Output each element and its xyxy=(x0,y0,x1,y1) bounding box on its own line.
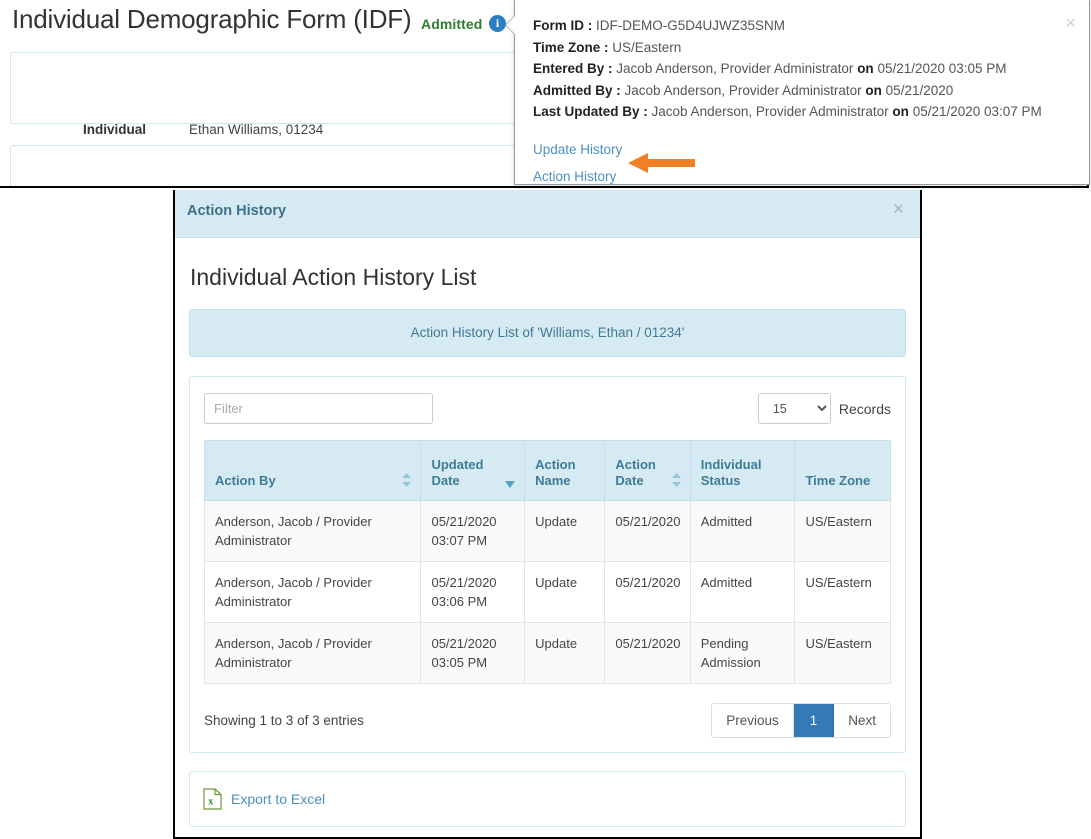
popover-row-on: on xyxy=(865,82,882,98)
modal-body: Individual Action History List Action Hi… xyxy=(175,238,920,827)
records-label: Records xyxy=(838,400,891,417)
cell-action-date: 05/21/2020 xyxy=(604,500,691,562)
cell-updated-date: 05/21/2020 03:07 PM xyxy=(420,500,526,562)
column-label: Individual Status xyxy=(700,457,762,488)
table-row: Anderson, Jacob / Provider Administrator… xyxy=(203,622,891,684)
pagination-next[interactable]: Next xyxy=(834,704,890,737)
action-history-table: Action By Updated Date Action Name Actio… xyxy=(203,440,891,684)
cell-action-name: Update xyxy=(524,500,606,562)
column-label: Time Zone xyxy=(805,473,871,488)
cell-individual-status: Admitted xyxy=(689,500,796,562)
popover-row-value: Jacob Anderson, Provider Administrator xyxy=(616,61,854,76)
column-header-individual-status[interactable]: Individual Status xyxy=(689,440,796,501)
popover-caret xyxy=(506,16,515,34)
cell-updated-date: 05/21/2020 03:06 PM xyxy=(420,561,526,623)
column-label: Action By xyxy=(215,473,276,488)
records-per-page-select[interactable]: 15 25 50 100 xyxy=(757,393,831,424)
popover-row-on: on xyxy=(892,104,909,119)
cell-action-name: Update xyxy=(524,622,606,684)
popover-row-label: Time Zone : xyxy=(533,39,609,55)
table-row: Anderson, Jacob / Provider Administrator… xyxy=(203,561,891,623)
cell-action-by: Anderson, Jacob / Provider Administrator xyxy=(203,561,422,623)
export-panel: x Export to Excel xyxy=(189,771,906,827)
popover-row-on: on xyxy=(857,61,874,76)
cell-action-date: 05/21/2020 xyxy=(604,561,691,623)
filter-input[interactable] xyxy=(204,393,433,424)
column-label: Action Date xyxy=(615,457,656,488)
popover-row-label: Form ID : xyxy=(533,18,593,33)
popover-row: Admitted By : Jacob Anderson, Provider A… xyxy=(533,80,1071,102)
popover-row: Last Updated By : Jacob Anderson, Provid… xyxy=(533,101,1071,123)
action-history-banner: Action History List of 'Williams, Ethan … xyxy=(189,309,906,357)
pagination-page-1[interactable]: 1 xyxy=(793,704,835,737)
status-badge: Admitted xyxy=(421,16,483,32)
cell-time-zone: US/Eastern xyxy=(794,622,891,684)
individual-label: Individual xyxy=(83,122,147,137)
svg-text:x: x xyxy=(208,797,213,808)
popover-row: Entered By : Jacob Anderson, Provider Ad… xyxy=(533,58,1071,80)
form-info-popover: × Form ID : IDF-DEMO-G5D4UJWZ35SNM Time … xyxy=(505,0,1090,185)
popover-links: Update History Action History xyxy=(533,136,1071,190)
modal-header: Action History × xyxy=(175,190,920,238)
table-header-row: Action By Updated Date Action Name Actio… xyxy=(203,440,891,501)
popover-row-on-value: 05/21/2020 03:07 PM xyxy=(912,104,1042,119)
column-header-action-by[interactable]: Action By xyxy=(203,440,422,501)
popover-row-value: Jacob Anderson, Provider Administrator xyxy=(651,104,889,119)
cell-individual-status: Pending Admission xyxy=(689,622,796,684)
cell-action-by: Anderson, Jacob / Provider Administrator xyxy=(203,500,422,562)
cell-time-zone: US/Eastern xyxy=(794,561,891,623)
modal-close-icon[interactable]: × xyxy=(893,200,904,219)
info-circle-icon[interactable]: i xyxy=(489,15,506,32)
action-history-modal: Action History × Individual Action Histo… xyxy=(173,190,922,839)
export-to-excel-link[interactable]: Export to Excel xyxy=(231,791,325,807)
popover-row-on-value: 05/21/2020 xyxy=(885,82,954,98)
sort-both-icon xyxy=(402,473,412,487)
cell-individual-status: Admitted xyxy=(689,561,796,623)
modal-page-title: Individual Action History List xyxy=(190,264,477,290)
pagination: Previous 1 Next xyxy=(711,703,891,738)
action-history-table-panel: 15 25 50 100 Records xyxy=(189,376,906,753)
cell-action-name: Update xyxy=(524,561,606,623)
screenshot-root: Individual Demographic Form (IDF) Admitt… xyxy=(0,0,1091,839)
column-label: Updated Date xyxy=(431,457,484,488)
cell-action-by: Anderson, Jacob / Provider Administrator xyxy=(203,622,422,684)
update-history-link[interactable]: Update History xyxy=(533,136,1071,163)
cell-time-zone: US/Eastern xyxy=(794,500,891,562)
popover-row: Time Zone : US/Eastern xyxy=(533,37,1071,59)
table-controls: 15 25 50 100 Records xyxy=(204,393,891,424)
showing-entries-text: Showing 1 to 3 of 3 entries xyxy=(204,713,364,728)
popover-close-icon[interactable]: × xyxy=(1065,14,1076,32)
action-history-link[interactable]: Action History xyxy=(533,163,1071,190)
table-row: Anderson, Jacob / Provider Administrator… xyxy=(203,500,891,562)
table-footer: Showing 1 to 3 of 3 entries Previous 1 N… xyxy=(204,703,891,738)
column-header-updated-date[interactable]: Updated Date xyxy=(420,440,526,501)
column-label: Action Name xyxy=(535,457,576,488)
sort-descending-icon xyxy=(505,481,516,488)
excel-file-icon: x xyxy=(203,788,222,810)
popover-row: Form ID : IDF-DEMO-G5D4UJWZ35SNM xyxy=(533,15,1071,37)
individual-value: Ethan Williams, 01234 xyxy=(189,122,324,137)
popover-row-value: IDF-DEMO-G5D4UJWZ35SNM xyxy=(596,18,786,33)
records-control: 15 25 50 100 Records xyxy=(757,393,891,424)
column-header-time-zone[interactable]: Time Zone xyxy=(794,440,891,501)
page-title: Individual Demographic Form (IDF) xyxy=(12,4,412,34)
popover-row-label: Admitted By : xyxy=(533,82,621,98)
popover-row-label: Last Updated By : xyxy=(533,104,648,119)
popover-row-label: Entered By : xyxy=(533,61,613,76)
column-header-action-date[interactable]: Action Date xyxy=(604,440,691,501)
column-header-action-name[interactable]: Action Name xyxy=(524,440,606,501)
cell-updated-date: 05/21/2020 03:05 PM xyxy=(420,622,526,684)
popover-row-on-value: 05/21/2020 03:05 PM xyxy=(877,61,1007,76)
modal-title: Action History xyxy=(187,203,287,219)
popover-row-value: US/Eastern xyxy=(612,39,682,55)
pagination-previous[interactable]: Previous xyxy=(712,704,794,737)
sort-both-icon xyxy=(671,473,681,487)
popover-row-value: Jacob Anderson, Provider Administrator xyxy=(624,82,862,98)
cell-action-date: 05/21/2020 xyxy=(604,622,691,684)
